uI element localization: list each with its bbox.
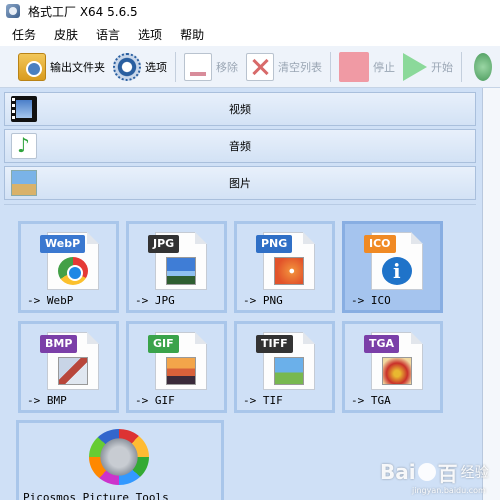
tile-label: -> TGA — [351, 394, 391, 407]
paw-icon — [417, 463, 436, 481]
window-title: 格式工厂 X64 5.6.5 — [28, 4, 138, 19]
picture-tools-gear-icon — [89, 429, 149, 485]
category-image[interactable]: 图片 — [4, 166, 476, 200]
remove-label: 移除 — [216, 60, 238, 74]
tile-picture-tools[interactable]: Picosmos Picture Tools — [16, 420, 224, 500]
tile-label: -> BMP — [27, 394, 67, 407]
app-logo-icon — [6, 4, 20, 18]
watermark-url: jingyan.baidu.com — [412, 486, 486, 495]
tile-jpg[interactable]: JPG -> JPG — [126, 221, 227, 313]
toolbar: 输出文件夹 选项 移除 清空列表 停止 开始 — [0, 46, 500, 88]
format-tag: PNG — [256, 235, 293, 253]
sunset-photo-icon — [166, 357, 196, 385]
gear-icon — [113, 52, 141, 81]
category-image-label: 图片 — [229, 177, 251, 190]
artwork-photo-icon — [382, 357, 412, 385]
category-video-label: 视频 — [229, 103, 251, 116]
landscape-photo-icon — [166, 257, 196, 285]
menu-help[interactable]: 帮助 — [174, 26, 210, 43]
output-folder-label: 输出文件夹 — [50, 60, 105, 74]
remove-icon — [184, 52, 212, 81]
document-icon: TIFF — [256, 332, 315, 390]
toolbar-divider — [461, 51, 462, 82]
tile-label: Picosmos Picture Tools — [23, 491, 169, 500]
chrome-icon — [58, 257, 88, 285]
remove-button[interactable]: 移除 — [180, 49, 242, 85]
tile-webp[interactable]: WebP -> WebP — [18, 221, 119, 313]
document-icon: PNG — [256, 232, 315, 290]
category-video[interactable]: 视频 — [4, 92, 476, 126]
document-icon: TGA — [364, 332, 423, 390]
paint-brush-icon — [58, 357, 88, 385]
info-icon — [382, 257, 412, 285]
tile-tga[interactable]: TGA -> TGA — [342, 321, 443, 413]
document-icon: BMP — [40, 332, 99, 390]
watermark-logo-suffix: 百 — [437, 461, 458, 486]
stop-icon — [339, 51, 369, 82]
options-label: 选项 — [145, 60, 167, 74]
tile-gif[interactable]: GIF -> GIF — [126, 321, 227, 413]
tile-tif[interactable]: TIFF -> TIF — [234, 321, 335, 413]
menu-options[interactable]: 选项 — [132, 26, 168, 43]
task-list-panel[interactable] — [482, 88, 500, 500]
document-icon: WebP — [40, 232, 99, 290]
tile-label: -> JPG — [135, 294, 175, 307]
clear-list-button[interactable]: 清空列表 — [242, 49, 326, 85]
music-note-icon — [11, 133, 37, 159]
stop-button[interactable]: 停止 — [335, 49, 399, 85]
clear-list-label: 清空列表 — [278, 60, 322, 74]
play-icon — [403, 52, 427, 81]
start-label: 开始 — [431, 60, 453, 74]
tile-label: -> ICO — [351, 294, 391, 307]
menu-language[interactable]: 语言 — [90, 26, 126, 43]
tile-ico[interactable]: ICO -> ICO — [342, 221, 443, 313]
format-tag: BMP — [40, 335, 78, 353]
format-tag: JPG — [148, 235, 180, 253]
document-icon: GIF — [148, 332, 207, 390]
flower-photo-icon — [274, 257, 304, 285]
document-icon: ICO — [364, 232, 423, 290]
film-icon — [11, 96, 37, 122]
options-button[interactable]: 选项 — [109, 49, 171, 85]
format-tag: ICO — [364, 235, 396, 253]
tile-label: -> TIF — [243, 394, 283, 407]
menu-task[interactable]: 任务 — [6, 26, 42, 43]
menu-bar: 任务 皮肤 语言 选项 帮助 — [0, 22, 500, 46]
category-audio-label: 音频 — [229, 140, 251, 153]
folder-icon — [18, 52, 46, 81]
title-bar: 格式工厂 X64 5.6.5 — [0, 0, 500, 22]
clear-list-icon — [246, 52, 274, 81]
tile-bmp[interactable]: BMP -> BMP — [18, 321, 119, 413]
format-tag: TIFF — [256, 335, 293, 353]
meadow-photo-icon — [274, 357, 304, 385]
format-tag: WebP — [40, 235, 86, 253]
tile-png[interactable]: PNG -> PNG — [234, 221, 335, 313]
toolbar-divider — [175, 51, 176, 82]
start-button[interactable]: 开始 — [399, 49, 457, 85]
tile-label: -> WebP — [27, 294, 74, 307]
stop-label: 停止 — [373, 60, 395, 74]
menu-skin[interactable]: 皮肤 — [48, 26, 84, 43]
toolbar-divider — [330, 51, 331, 82]
document-icon: JPG — [148, 232, 207, 290]
watermark-logo: Bai — [380, 460, 416, 484]
watermark-text: 经验 — [460, 465, 489, 481]
landscape-image-icon — [11, 170, 37, 196]
format-tag: TGA — [364, 335, 400, 353]
more-tools-icon[interactable] — [474, 52, 492, 81]
tile-label: -> PNG — [243, 294, 283, 307]
output-folder-button[interactable]: 输出文件夹 — [14, 49, 109, 85]
tile-label: -> GIF — [135, 394, 175, 407]
category-audio[interactable]: 音频 — [4, 129, 476, 163]
format-tag: GIF — [148, 335, 179, 353]
